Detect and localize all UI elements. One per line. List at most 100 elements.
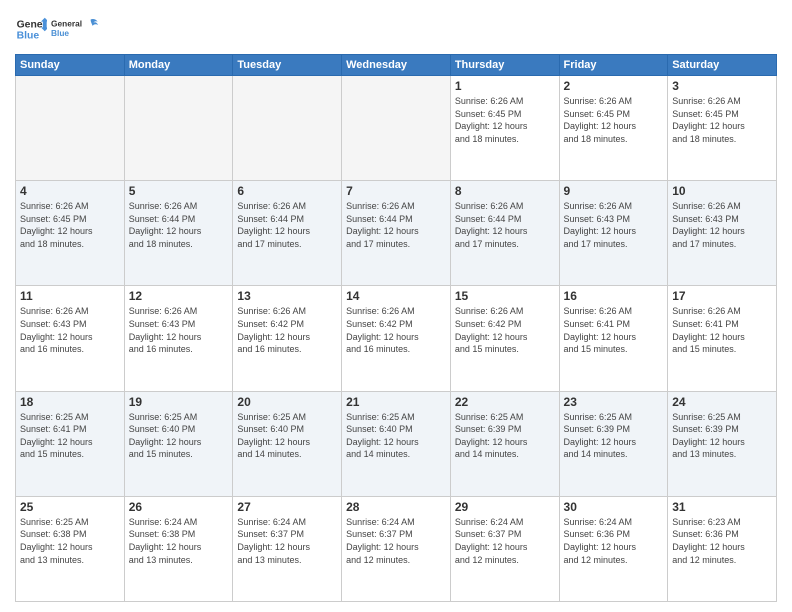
calendar-table: SundayMondayTuesdayWednesdayThursdayFrid… [15,54,777,602]
day-number: 27 [237,500,337,514]
day-number: 20 [237,395,337,409]
calendar-cell: 30 Sunrise: 6:24 AM Sunset: 6:36 PM Dayli… [559,496,668,601]
cell-info: Sunrise: 6:24 AM Sunset: 6:38 PM Dayligh… [129,516,229,566]
day-number: 22 [455,395,555,409]
calendar-cell: 8Sunrise: 6:26 AM Sunset: 6:44 PM Daylig… [450,181,559,286]
day-number: 26 [129,500,229,514]
day-number: 9 [564,184,664,198]
week-row-5: 25 Sunrise: 6:25 AM Sunset: 6:38 PM Dayli… [16,496,777,601]
cell-info: Sunrise: 6:26 AM Sunset: 6:42 PM Dayligh… [455,305,555,355]
calendar-cell: 15 Sunrise: 6:26 AM Sunset: 6:42 PM Dayli… [450,286,559,391]
page: General Blue General Blue SundayMondayTu… [0,0,792,612]
day-number: 6 [237,184,337,198]
cell-info: Sunrise: 6:25 AM Sunset: 6:39 PM Dayligh… [672,411,772,461]
calendar-cell: 14 Sunrise: 6:26 AM Sunset: 6:42 PM Dayli… [342,286,451,391]
calendar-cell: 2 Sunrise: 6:26 AM Sunset: 6:45 PM Daylig… [559,76,668,181]
cell-info: Sunrise: 6:26 AM Sunset: 6:43 PM Dayligh… [672,200,772,250]
svg-text:Blue: Blue [17,31,40,42]
calendar-header: SundayMondayTuesdayWednesdayThursdayFrid… [16,55,777,76]
calendar-cell: 13 Sunrise: 6:26 AM Sunset: 6:42 PM Dayli… [233,286,342,391]
calendar-cell: 17Sunrise: 6:26 AM Sunset: 6:41 PM Dayli… [668,286,777,391]
calendar-cell: 16 Sunrise: 6:26 AM Sunset: 6:41 PM Dayli… [559,286,668,391]
calendar-cell: 7 Sunrise: 6:26 AM Sunset: 6:44 PM Daylig… [342,181,451,286]
calendar-cell: 21Sunrise: 6:25 AM Sunset: 6:40 PM Dayli… [342,391,451,496]
cell-info: Sunrise: 6:26 AM Sunset: 6:45 PM Dayligh… [564,95,664,145]
calendar-cell: 5Sunrise: 6:26 AM Sunset: 6:44 PM Daylig… [124,181,233,286]
cell-info: Sunrise: 6:26 AM Sunset: 6:45 PM Dayligh… [455,95,555,145]
day-number: 14 [346,289,446,303]
day-number: 28 [346,500,446,514]
cell-info: Sunrise: 6:24 AM Sunset: 6:37 PM Dayligh… [237,516,337,566]
svg-text:Blue: Blue [51,28,69,38]
day-number: 8 [455,184,555,198]
svg-text:General: General [51,19,82,29]
cell-info: Sunrise: 6:26 AM Sunset: 6:41 PM Dayligh… [564,305,664,355]
calendar-cell: 23 Sunrise: 6:25 AM Sunset: 6:39 PM Dayli… [559,391,668,496]
day-number: 23 [564,395,664,409]
week-row-4: 18 Sunrise: 6:25 AM Sunset: 6:41 PM Dayli… [16,391,777,496]
calendar-cell: 19Sunrise: 6:25 AM Sunset: 6:40 PM Dayli… [124,391,233,496]
calendar-cell: 4Sunrise: 6:26 AM Sunset: 6:45 PM Daylig… [16,181,125,286]
day-number: 15 [455,289,555,303]
day-header-friday: Friday [559,55,668,76]
day-number: 25 [20,500,120,514]
day-number: 5 [129,184,229,198]
cell-info: Sunrise: 6:25 AM Sunset: 6:38 PM Dayligh… [20,516,120,566]
calendar-cell: 6Sunrise: 6:26 AM Sunset: 6:44 PM Daylig… [233,181,342,286]
calendar-cell [16,76,125,181]
header: General Blue General Blue [15,10,777,48]
day-header-tuesday: Tuesday [233,55,342,76]
calendar-cell: 9Sunrise: 6:26 AM Sunset: 6:43 PM Daylig… [559,181,668,286]
cell-info: Sunrise: 6:26 AM Sunset: 6:42 PM Dayligh… [237,305,337,355]
day-header-monday: Monday [124,55,233,76]
calendar-cell: 20Sunrise: 6:25 AM Sunset: 6:40 PM Dayli… [233,391,342,496]
day-number: 18 [20,395,120,409]
logo: General Blue General Blue [15,10,101,48]
calendar-cell: 22 Sunrise: 6:25 AM Sunset: 6:39 PM Dayli… [450,391,559,496]
cell-info: Sunrise: 6:26 AM Sunset: 6:45 PM Dayligh… [20,200,120,250]
day-header-thursday: Thursday [450,55,559,76]
cell-info: Sunrise: 6:24 AM Sunset: 6:37 PM Dayligh… [346,516,446,566]
calendar-cell: 11 Sunrise: 6:26 AM Sunset: 6:43 PM Dayli… [16,286,125,391]
calendar-cell: 3 Sunrise: 6:26 AM Sunset: 6:45 PM Daylig… [668,76,777,181]
calendar-cell: 12 Sunrise: 6:26 AM Sunset: 6:43 PM Dayli… [124,286,233,391]
cell-info: Sunrise: 6:26 AM Sunset: 6:41 PM Dayligh… [672,305,772,355]
cell-info: Sunrise: 6:25 AM Sunset: 6:39 PM Dayligh… [564,411,664,461]
cell-info: Sunrise: 6:26 AM Sunset: 6:45 PM Dayligh… [672,95,772,145]
calendar-cell: 26 Sunrise: 6:24 AM Sunset: 6:38 PM Dayli… [124,496,233,601]
cell-info: Sunrise: 6:25 AM Sunset: 6:39 PM Dayligh… [455,411,555,461]
calendar-cell: 29Sunrise: 6:24 AM Sunset: 6:37 PM Dayli… [450,496,559,601]
cell-info: Sunrise: 6:26 AM Sunset: 6:44 PM Dayligh… [346,200,446,250]
day-number: 13 [237,289,337,303]
day-number: 31 [672,500,772,514]
cell-info: Sunrise: 6:26 AM Sunset: 6:43 PM Dayligh… [129,305,229,355]
calendar-cell [233,76,342,181]
cell-info: Sunrise: 6:26 AM Sunset: 6:43 PM Dayligh… [20,305,120,355]
day-number: 10 [672,184,772,198]
day-number: 19 [129,395,229,409]
day-number: 12 [129,289,229,303]
cell-info: Sunrise: 6:24 AM Sunset: 6:37 PM Dayligh… [455,516,555,566]
week-row-3: 11 Sunrise: 6:26 AM Sunset: 6:43 PM Dayli… [16,286,777,391]
logo-icon: General Blue [15,13,47,45]
day-header-saturday: Saturday [668,55,777,76]
day-number: 30 [564,500,664,514]
day-number: 16 [564,289,664,303]
week-row-1: 1Sunrise: 6:26 AM Sunset: 6:45 PM Daylig… [16,76,777,181]
calendar-cell: 24Sunrise: 6:25 AM Sunset: 6:39 PM Dayli… [668,391,777,496]
day-number: 7 [346,184,446,198]
cell-info: Sunrise: 6:25 AM Sunset: 6:40 PM Dayligh… [346,411,446,461]
day-header-sunday: Sunday [16,55,125,76]
calendar-cell [342,76,451,181]
calendar-cell: 18 Sunrise: 6:25 AM Sunset: 6:41 PM Dayli… [16,391,125,496]
calendar-cell: 28 Sunrise: 6:24 AM Sunset: 6:37 PM Dayli… [342,496,451,601]
cell-info: Sunrise: 6:26 AM Sunset: 6:42 PM Dayligh… [346,305,446,355]
day-number: 2 [564,79,664,93]
day-number: 3 [672,79,772,93]
logo-bird-icon: General Blue [51,12,101,48]
cell-info: Sunrise: 6:24 AM Sunset: 6:36 PM Dayligh… [564,516,664,566]
calendar-cell: 25 Sunrise: 6:25 AM Sunset: 6:38 PM Dayli… [16,496,125,601]
calendar-cell: 27 Sunrise: 6:24 AM Sunset: 6:37 PM Dayli… [233,496,342,601]
day-number: 11 [20,289,120,303]
cell-info: Sunrise: 6:25 AM Sunset: 6:41 PM Dayligh… [20,411,120,461]
